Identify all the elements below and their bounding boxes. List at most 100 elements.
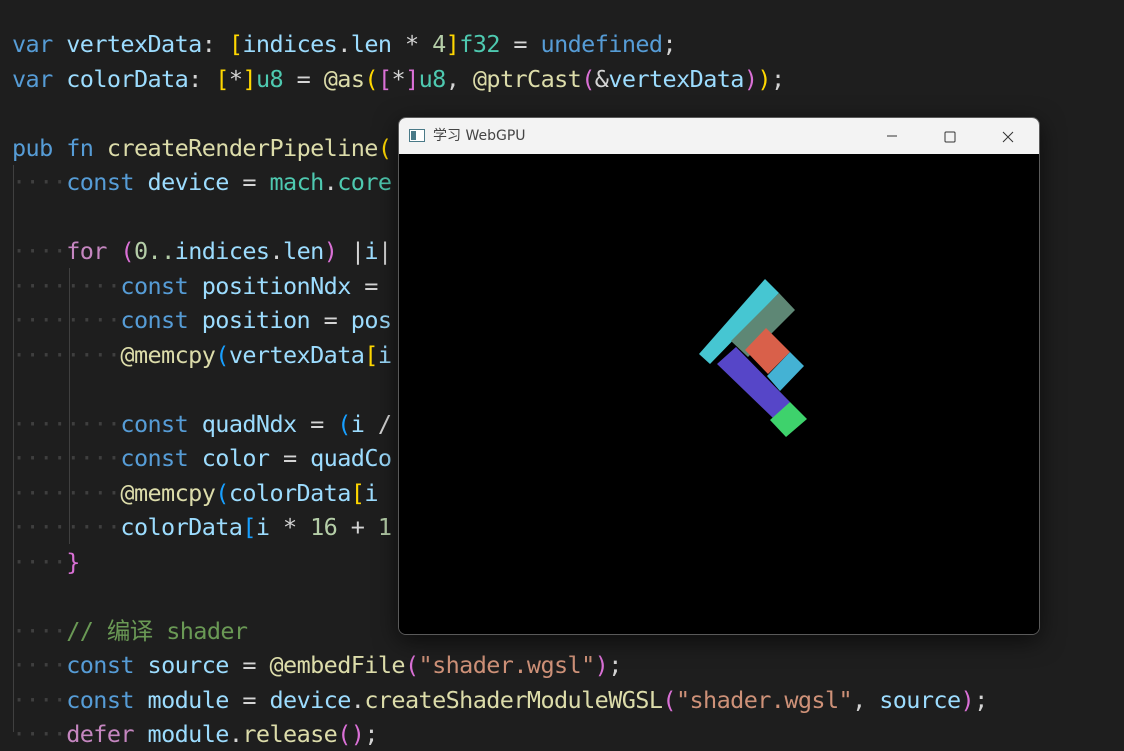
code-token: ,: [445, 64, 473, 93]
code-token: pos: [350, 306, 392, 334]
code-token: .: [337, 30, 351, 58]
code-token: const: [66, 168, 134, 196]
code-token: @embedFile: [269, 651, 405, 679]
code-token: =: [499, 30, 541, 58]
render-canvas[interactable]: [399, 154, 1039, 634]
code-token: .: [350, 685, 365, 714]
code-token: =: [269, 444, 311, 472]
code-token: ;: [974, 685, 988, 714]
whitespace-marker: ····: [12, 616, 67, 645]
whitespace-marker: ····: [66, 478, 121, 507]
code-token: :: [201, 30, 229, 58]
code-line[interactable]: var colorData: [*]u8 = @as([*]u8, @ptrCa…: [12, 62, 785, 96]
code-token: core: [337, 168, 392, 196]
whitespace-marker: ····: [12, 340, 67, 369]
code-token: i: [350, 409, 365, 438]
code-token: *: [391, 30, 433, 58]
code-token: (: [337, 409, 351, 438]
code-token: ]: [445, 30, 460, 58]
code-token: ): [743, 64, 758, 93]
code-token: *: [391, 64, 406, 93]
code-token: const: [120, 444, 189, 472]
code-token: ): [323, 237, 338, 265]
whitespace-marker: ····: [12, 271, 67, 300]
whitespace-marker: ····: [12, 168, 67, 196]
code-token: defer: [66, 720, 134, 748]
maximize-button[interactable]: [921, 118, 979, 154]
code-token: (: [662, 685, 676, 714]
code-token: color: [201, 444, 270, 472]
whitespace-marker: ····: [12, 685, 67, 714]
code-token: vertexData: [608, 64, 744, 93]
code-line[interactable]: ····const module = device.createShaderMo…: [12, 683, 988, 717]
code-line[interactable]: ····}: [12, 545, 80, 579]
code-token: ;: [364, 720, 378, 748]
code-token: mach: [269, 168, 324, 196]
code-token: pub: [12, 133, 53, 162]
code-line[interactable]: var vertexData: [indices.len * 4]f32 = u…: [12, 27, 677, 61]
code-token: i: [255, 513, 270, 541]
code-token: u8: [255, 64, 284, 93]
code-token: [: [228, 30, 243, 58]
code-token: [: [364, 340, 378, 369]
code-line[interactable]: ····for (0..indices.len) |i|: [12, 234, 392, 268]
code-line[interactable]: ····// 编译 shader: [12, 614, 248, 648]
code-token: ,: [852, 685, 880, 714]
minimize-button[interactable]: [863, 118, 921, 154]
code-token: source: [147, 651, 230, 679]
rendered-quads: [699, 279, 807, 437]
whitespace-marker: ····: [66, 409, 121, 438]
app-window-icon: [409, 129, 425, 142]
code-token: ): [757, 64, 771, 93]
code-token: colorData: [228, 478, 352, 507]
whitespace-marker: ····: [12, 547, 67, 576]
whitespace-marker: ····: [12, 306, 67, 334]
code-token: 0..: [133, 237, 175, 265]
code-token: for: [66, 237, 107, 265]
code-token: [: [350, 478, 365, 507]
code-token: vertexData: [228, 340, 365, 369]
code-line[interactable]: pub fn createRenderPipeline(: [12, 131, 392, 165]
code-token: 1: [377, 513, 392, 541]
code-token: fn: [66, 133, 94, 162]
code-token: (: [364, 64, 378, 93]
code-token: const: [120, 271, 189, 300]
close-icon: [1002, 131, 1014, 143]
code-token: .: [269, 237, 284, 265]
code-token: const: [66, 651, 134, 679]
code-token: f32: [459, 30, 500, 58]
code-token: var: [12, 64, 53, 93]
close-button[interactable]: [979, 118, 1037, 154]
code-token: (: [120, 237, 134, 265]
code-token: =: [296, 409, 338, 438]
code-line[interactable]: ········@memcpy(colorData[i: [12, 476, 378, 510]
code-token: [: [242, 513, 256, 541]
code-token: createRenderPipeline: [106, 133, 379, 162]
code-token: 4: [432, 30, 446, 58]
code-token: 16: [310, 513, 338, 541]
code-token: @ptrCast: [472, 64, 582, 93]
code-token: var: [12, 30, 53, 58]
code-token: &: [594, 64, 609, 93]
code-token: "shader.wgsl": [675, 685, 853, 714]
code-line[interactable]: ····defer module.release();: [12, 717, 378, 751]
code-token: i: [364, 478, 378, 507]
code-token: ): [350, 720, 365, 748]
code-line[interactable]: ····const source = @embedFile("shader.wg…: [12, 648, 622, 682]
code-token: i: [377, 340, 392, 369]
code-token: |: [350, 237, 365, 265]
code-token: @memcpy: [120, 478, 216, 507]
code-token: ): [960, 685, 975, 714]
title-bar[interactable]: 学习 WebGPU: [399, 118, 1039, 154]
code-line[interactable]: ····const device = mach.core: [12, 165, 392, 199]
code-token: (: [215, 340, 229, 369]
code-token: ;: [608, 651, 622, 679]
code-token: indices: [174, 237, 270, 265]
code-token: ]: [405, 64, 419, 93]
